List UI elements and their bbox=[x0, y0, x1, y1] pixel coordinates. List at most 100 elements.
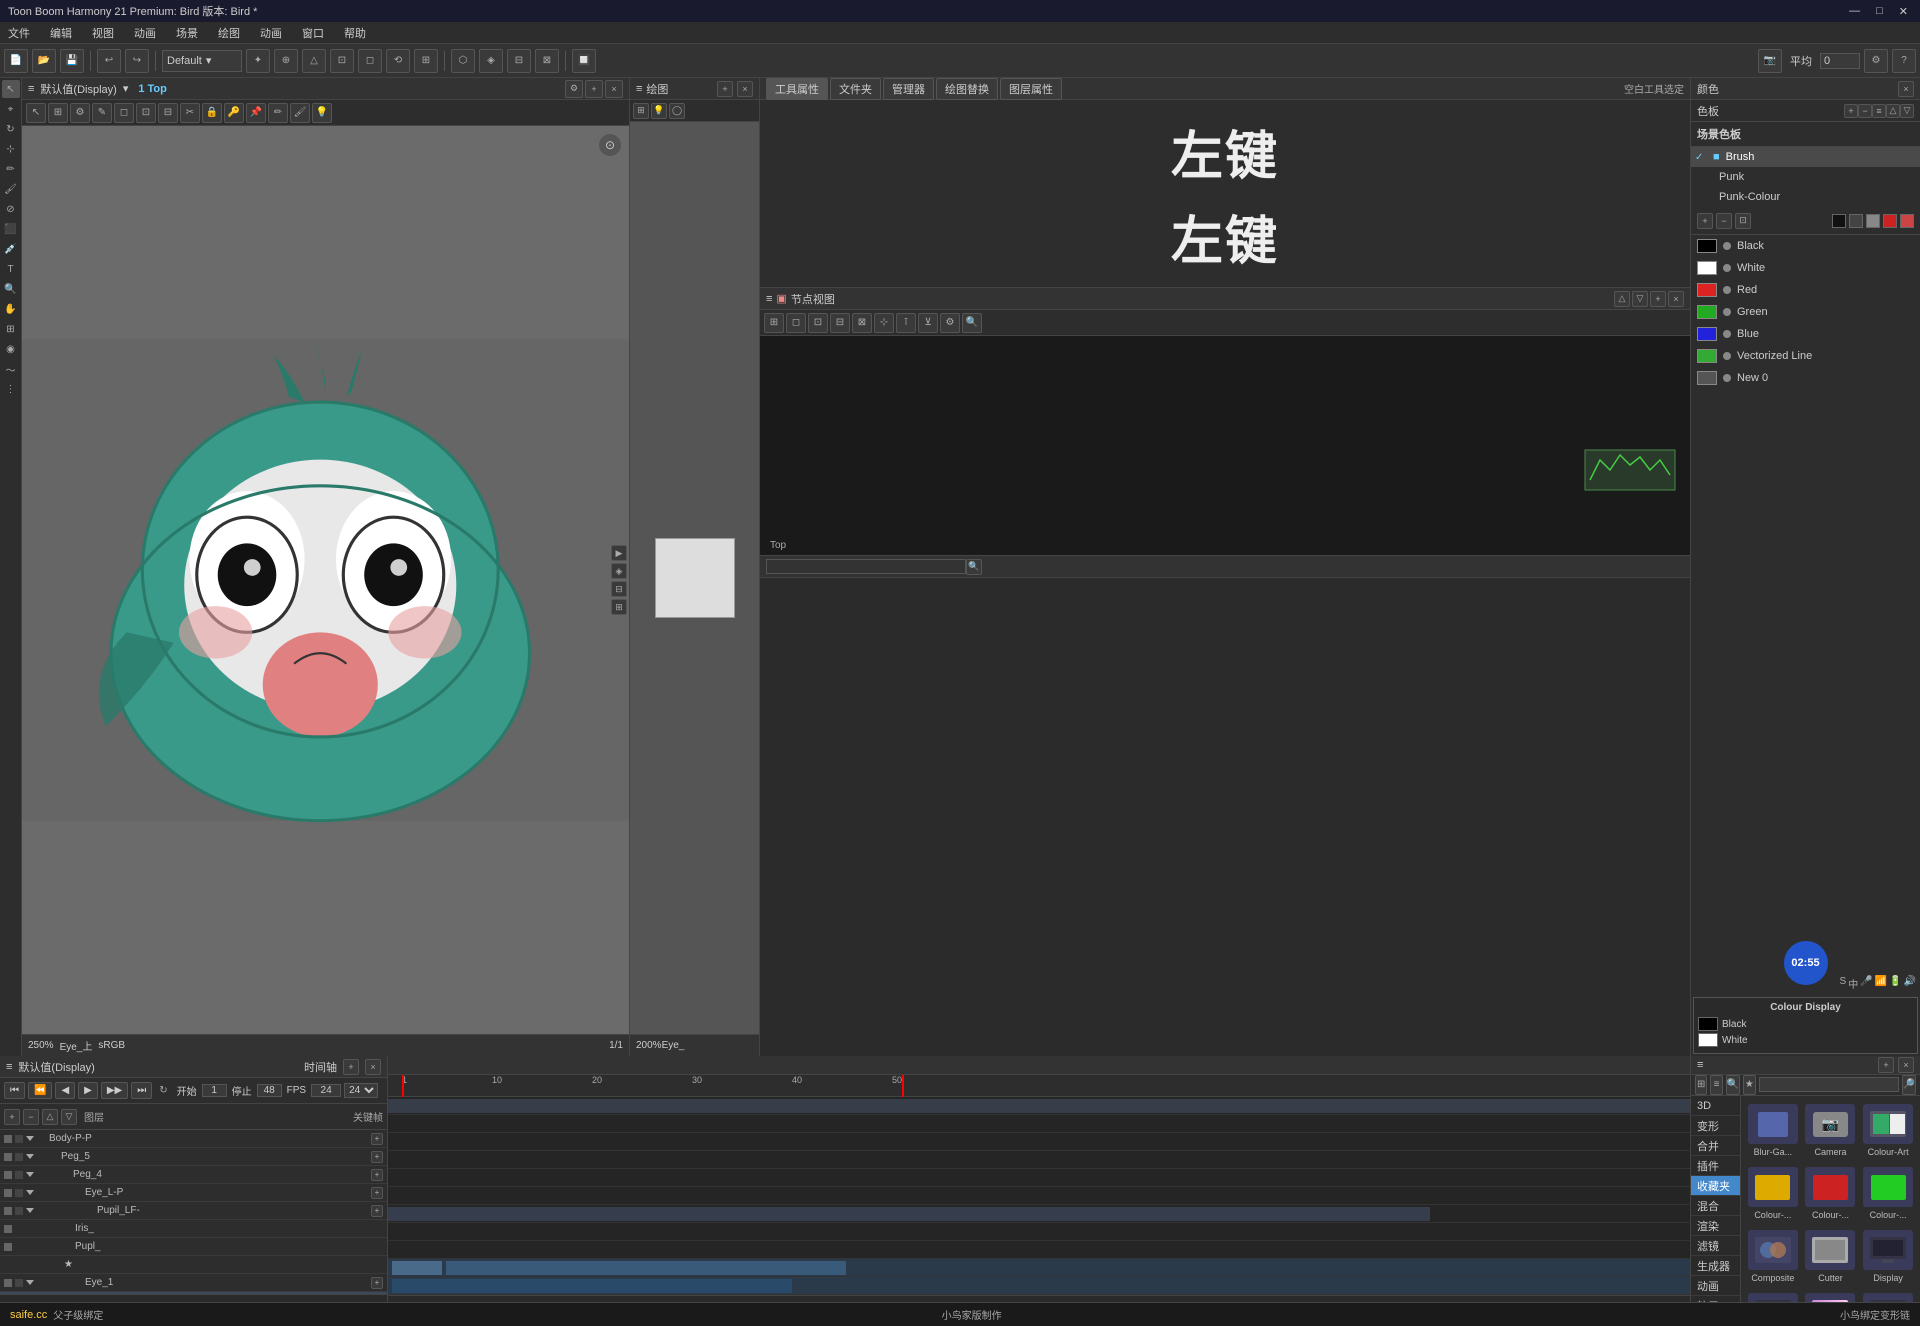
draw-tb3[interactable]: ◯ bbox=[669, 103, 685, 119]
draw-tb1[interactable]: ⊞ bbox=[633, 103, 649, 119]
layer-del[interactable]: − bbox=[23, 1109, 39, 1125]
color-black[interactable]: Black bbox=[1691, 235, 1920, 257]
lib-menu[interactable]: ≡ bbox=[1697, 1059, 1703, 1071]
cam-settings[interactable]: ⚙ bbox=[565, 80, 583, 98]
redo-btn[interactable]: ↪ bbox=[125, 49, 149, 73]
pan-tool[interactable]: ✋ bbox=[2, 300, 20, 318]
nv-tb8[interactable]: ⊻ bbox=[918, 313, 938, 333]
nv-plus[interactable]: + bbox=[1650, 291, 1666, 307]
preset-dropdown[interactable]: Default ▾ bbox=[162, 50, 242, 72]
layer-peg4-collapse[interactable] bbox=[26, 1172, 34, 1177]
nv-tb5[interactable]: ⊠ bbox=[852, 313, 872, 333]
side-btn1[interactable]: ▶ bbox=[611, 545, 627, 561]
nv-down[interactable]: ▽ bbox=[1632, 291, 1648, 307]
tool8[interactable]: ⬡ bbox=[451, 49, 475, 73]
node-gradient-lib[interactable]: Gradient bbox=[1803, 1289, 1859, 1302]
rotate-tool[interactable]: ↻ bbox=[2, 120, 20, 138]
nv-tb1[interactable]: ⊞ bbox=[764, 313, 784, 333]
play-prev[interactable]: ⏪ bbox=[28, 1082, 52, 1099]
node-display-lib[interactable]: Display bbox=[1860, 1226, 1916, 1287]
color-new0[interactable]: New 0 bbox=[1691, 367, 1920, 389]
cat-plugin[interactable]: 插件 bbox=[1691, 1156, 1740, 1176]
nv-tb9[interactable]: ⚙ bbox=[940, 313, 960, 333]
tool2[interactable]: ⊕ bbox=[274, 49, 298, 73]
cam-close[interactable]: × bbox=[605, 80, 623, 98]
menu-view[interactable]: 视图 bbox=[88, 23, 118, 43]
lib-close[interactable]: × bbox=[1898, 1057, 1914, 1073]
play-start[interactable]: ⏮ bbox=[4, 1082, 25, 1099]
cat-filter[interactable]: 滤镜 bbox=[1691, 1236, 1740, 1256]
maximize-btn[interactable]: □ bbox=[1872, 5, 1887, 18]
swatch-red2[interactable] bbox=[1900, 214, 1914, 228]
node-search-btn[interactable]: 🔍 bbox=[966, 559, 982, 575]
color-white[interactable]: White bbox=[1691, 257, 1920, 279]
cat-generator[interactable]: 生成器 bbox=[1691, 1256, 1740, 1276]
brush-tool[interactable]: 🖌 bbox=[2, 180, 20, 198]
zoom-tool[interactable]: 🔍 bbox=[2, 280, 20, 298]
nv-tb6[interactable]: ⊹ bbox=[874, 313, 894, 333]
menu-window[interactable]: 窗口 bbox=[298, 23, 328, 43]
layer-pupl[interactable]: Pupl_ bbox=[0, 1238, 387, 1256]
cat-particle[interactable]: 粒子 bbox=[1691, 1296, 1740, 1302]
drawing-close[interactable]: × bbox=[737, 81, 753, 97]
side-btn4[interactable]: ⊞ bbox=[611, 599, 627, 615]
swatch-gray[interactable] bbox=[1866, 214, 1880, 228]
layer-collapse[interactable] bbox=[26, 1136, 34, 1141]
cam-tb3[interactable]: ⚙ bbox=[70, 103, 90, 123]
tracks-hscroll[interactable] bbox=[388, 1295, 1690, 1302]
eyedrop-tool[interactable]: 💉 bbox=[2, 240, 20, 258]
lib-search-tb[interactable]: 🔍 bbox=[1726, 1075, 1740, 1095]
palette-brush[interactable]: ✓ ■ Brush bbox=[1691, 147, 1920, 167]
cam-tb14[interactable]: 💡 bbox=[312, 103, 332, 123]
panel-menu-icon[interactable]: ≡ bbox=[28, 83, 34, 95]
menu-file[interactable]: 文件 bbox=[4, 23, 34, 43]
tool6[interactable]: ⟲ bbox=[386, 49, 410, 73]
nv-tb10[interactable]: 🔍 bbox=[962, 313, 982, 333]
grid-tool[interactable]: ⊞ bbox=[2, 320, 20, 338]
camera-tab[interactable]: 1 Top bbox=[134, 83, 171, 95]
nv-tb2[interactable]: ◻ bbox=[786, 313, 806, 333]
color-red[interactable]: Red bbox=[1691, 279, 1920, 301]
play-end[interactable]: ⏭ bbox=[131, 1082, 152, 1099]
node-colour-red[interactable]: Colour-... bbox=[1803, 1163, 1859, 1224]
draw-tb2[interactable]: 💡 bbox=[651, 103, 667, 119]
tab-replace[interactable]: 绘图替换 bbox=[936, 78, 998, 100]
tool7[interactable]: ⊞ bbox=[414, 49, 438, 73]
palette-add[interactable]: + bbox=[1844, 104, 1858, 118]
node-search[interactable] bbox=[766, 559, 966, 574]
tl-close[interactable]: × bbox=[365, 1059, 381, 1075]
tool1[interactable]: ✦ bbox=[246, 49, 270, 73]
layer-body-p-p[interactable]: Body-P-P + bbox=[0, 1130, 387, 1148]
cam-tb13[interactable]: 🖌 bbox=[290, 103, 310, 123]
nv-tb7[interactable]: ⊺ bbox=[896, 313, 916, 333]
camera-icon[interactable]: 📷 bbox=[1758, 49, 1782, 73]
new-btn[interactable]: 📄 bbox=[4, 49, 28, 73]
layer-eyelp-add[interactable]: + bbox=[371, 1187, 383, 1199]
layer-iris[interactable]: Iris_ bbox=[0, 1220, 387, 1238]
layer-peg4[interactable]: Peg_4 + bbox=[0, 1166, 387, 1184]
start-frame-input[interactable] bbox=[202, 1084, 227, 1097]
palette-down[interactable]: ▽ bbox=[1900, 104, 1914, 118]
layer-eyelp[interactable]: Eye_L-P + bbox=[0, 1184, 387, 1202]
node-glow-lib[interactable]: Glow bbox=[1745, 1289, 1801, 1302]
cat-3d[interactable]: 3D bbox=[1691, 1096, 1740, 1116]
timeline-hscroll[interactable] bbox=[0, 1294, 387, 1302]
palette-menu[interactable]: ≡ bbox=[1872, 104, 1886, 118]
node-menu-icon[interactable]: ≡ bbox=[766, 293, 772, 305]
cat-motion[interactable]: 动画 bbox=[1691, 1276, 1740, 1296]
tl-plus[interactable]: + bbox=[343, 1059, 359, 1075]
cam-menu[interactable]: + bbox=[585, 80, 603, 98]
cam-tb10[interactable]: 🔑 bbox=[224, 103, 244, 123]
node-canvas[interactable]: A_Peg_1 [Top] Peg_1 [Top] bbox=[760, 336, 1690, 555]
play-play[interactable]: ▶ bbox=[78, 1082, 98, 1099]
cam-tb11[interactable]: 📌 bbox=[246, 103, 266, 123]
palette-punk[interactable]: Punk bbox=[1691, 167, 1920, 187]
cam-tb8[interactable]: ✂ bbox=[180, 103, 200, 123]
end-frame-input[interactable] bbox=[257, 1084, 282, 1097]
tool9[interactable]: ◈ bbox=[479, 49, 503, 73]
node-blur-ga[interactable]: Blur-Ga... bbox=[1745, 1100, 1801, 1161]
layer-pupillf[interactable]: Pupil_LF- + bbox=[0, 1202, 387, 1220]
lib-search-go[interactable]: 🔎 bbox=[1902, 1075, 1916, 1095]
nv-up[interactable]: △ bbox=[1614, 291, 1630, 307]
side-btn3[interactable]: ⊟ bbox=[611, 581, 627, 597]
